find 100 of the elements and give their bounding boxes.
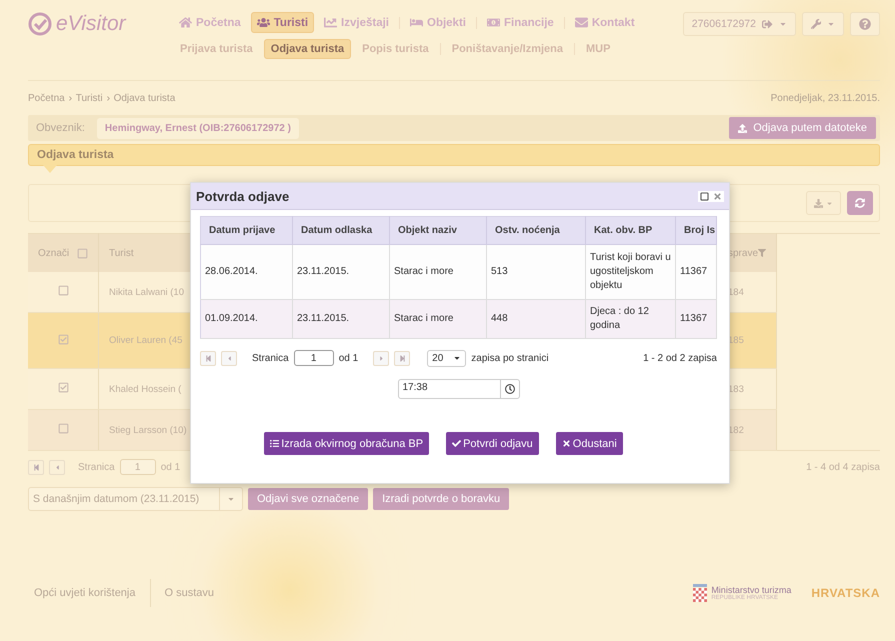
caret-icon bbox=[778, 20, 786, 28]
close-icon bbox=[562, 439, 571, 448]
page-input[interactable]: 1 bbox=[120, 459, 156, 475]
tourism-logo: HRVATSKA bbox=[811, 586, 880, 600]
checkmark-circle-logo-icon bbox=[28, 12, 52, 36]
caret-icon bbox=[227, 495, 235, 503]
action-button[interactable]: Odjavi sve označene bbox=[248, 488, 368, 510]
refresh-button[interactable] bbox=[847, 191, 873, 215]
checkbox[interactable] bbox=[58, 334, 68, 344]
previous-page-button[interactable] bbox=[49, 460, 65, 474]
account-button[interactable]: 27606172972 bbox=[682, 12, 796, 36]
table-cell: 23.11.2015. bbox=[292, 244, 390, 300]
breadcrumb-link[interactable]: Turisti bbox=[76, 92, 103, 104]
dialog-button[interactable]: Izrada okvirnog obračuna BP bbox=[264, 432, 430, 455]
help-button[interactable] bbox=[850, 12, 880, 36]
caret-left-icon bbox=[54, 464, 60, 470]
first-page-icon bbox=[32, 464, 40, 470]
page-label: Stranica bbox=[78, 462, 115, 472]
page-count: od 1 bbox=[338, 352, 358, 364]
time-field[interactable]: 17:38 bbox=[398, 379, 520, 399]
date-text: Ponedjeljak, 23.11.2015. bbox=[770, 92, 880, 104]
ministry-name: Ministarstvo turizma bbox=[711, 586, 792, 594]
chevron-icon bbox=[68, 96, 73, 100]
subnav-tab[interactable]: Odjava turista bbox=[264, 39, 352, 59]
checkbox[interactable] bbox=[77, 248, 88, 258]
subnav-tab[interactable]: Prijava turista bbox=[173, 39, 260, 59]
people-icon bbox=[256, 16, 270, 29]
checkered-shield-icon bbox=[693, 584, 708, 602]
taxpayer-label: Obveznik: bbox=[36, 122, 85, 134]
first-page-button[interactable] bbox=[28, 460, 44, 474]
subnav-tab[interactable]: MUP bbox=[579, 39, 618, 59]
download-button[interactable] bbox=[806, 191, 841, 215]
previous-page-button[interactable] bbox=[221, 350, 237, 366]
nav-tab[interactable]: Izvještaji bbox=[318, 12, 395, 33]
table-cell: 448 bbox=[486, 300, 586, 338]
footer-link[interactable]: O sustavu bbox=[150, 579, 228, 607]
subnav-tab[interactable]: Popis turista bbox=[355, 39, 436, 59]
dialog-button[interactable]: Potvrdi odjavu bbox=[446, 432, 539, 455]
table-cell: Turist koji boravi u ugostiteljskom objektu bbox=[586, 244, 676, 300]
first-page-button[interactable] bbox=[200, 350, 216, 366]
check-icon bbox=[452, 439, 462, 448]
record-count: 1 - 4 od 4 zapisa bbox=[806, 462, 880, 472]
nav-tab[interactable]: Početna bbox=[173, 12, 247, 33]
caret-icon bbox=[827, 20, 835, 28]
checkbox[interactable] bbox=[58, 285, 68, 296]
table-cell: Djeca : do 12 godina bbox=[586, 300, 676, 338]
caret-right-icon bbox=[378, 354, 385, 362]
column-header: Označi bbox=[28, 234, 98, 272]
upload-icon bbox=[738, 124, 748, 132]
chevron-icon bbox=[106, 96, 111, 100]
clock-icon[interactable] bbox=[504, 384, 514, 394]
caret-left-icon bbox=[226, 354, 232, 362]
dialog-button[interactable]: Odustani bbox=[556, 432, 623, 455]
home-icon bbox=[179, 16, 192, 29]
bed-icon bbox=[410, 16, 423, 29]
nav-tab[interactable]: Turisti bbox=[250, 12, 314, 33]
taxpayer-value: Hemingway, Ernest (OIB:27606172972 ) bbox=[96, 118, 299, 138]
wrench-icon bbox=[810, 18, 821, 30]
maximize-icon[interactable] bbox=[700, 192, 709, 200]
line-chart-icon bbox=[324, 16, 338, 29]
sign-out-icon bbox=[762, 18, 772, 30]
last-page-button[interactable] bbox=[394, 350, 410, 366]
tools-button[interactable] bbox=[802, 12, 844, 36]
date-select[interactable]: S današnjim datumom (23.11.2015) bbox=[28, 487, 243, 511]
close-icon[interactable] bbox=[713, 192, 722, 200]
column-header: Kat. obv. BP bbox=[586, 216, 676, 244]
table-cell: 01.09.2014. bbox=[200, 300, 292, 338]
per-page-label: zapisa po stranici bbox=[471, 352, 549, 364]
checkbox[interactable] bbox=[58, 382, 68, 393]
column-header: Ostv. noćenja bbox=[486, 216, 586, 244]
filter-icon[interactable] bbox=[758, 249, 766, 257]
column-header: Datum prijave bbox=[200, 216, 292, 244]
nav-tab[interactable]: Financije bbox=[480, 12, 560, 33]
action-button[interactable]: Izradi potvrde o boravku bbox=[373, 488, 510, 510]
breadcrumb-link[interactable]: Početna bbox=[28, 92, 65, 104]
download-icon bbox=[814, 198, 823, 208]
page-input[interactable]: 1 bbox=[294, 350, 334, 366]
footer-link[interactable]: Opći uvjeti korištenja bbox=[28, 579, 150, 607]
page-count: od 1 bbox=[160, 462, 180, 472]
next-page-button[interactable] bbox=[373, 350, 390, 366]
subnav-tab[interactable]: Poništavanje/Izmjena bbox=[444, 39, 570, 59]
record-count: 1 - 2 od 2 zapisa bbox=[643, 352, 717, 364]
page-size-select[interactable]: 20 bbox=[427, 350, 466, 366]
table-cell: Starac i more bbox=[390, 244, 486, 300]
checkbox[interactable] bbox=[58, 423, 68, 434]
banknote-icon bbox=[486, 16, 500, 29]
caret-icon bbox=[826, 200, 833, 206]
file-checkout-button[interactable]: Odjava putem datoteke bbox=[729, 117, 876, 139]
last-page-icon bbox=[398, 354, 406, 362]
dialog-title: Potvrda odjave bbox=[196, 188, 290, 204]
table-cell: 11367 bbox=[676, 244, 716, 300]
table-cell: 11367 bbox=[676, 300, 716, 338]
logo-text: eVisitor bbox=[56, 12, 126, 36]
table-cell: 513 bbox=[486, 244, 586, 300]
table-cell: 28.06.2014. bbox=[200, 244, 292, 300]
nav-tab[interactable]: Objekti bbox=[404, 12, 472, 33]
table-cell: 23.11.2015. bbox=[292, 300, 390, 338]
nav-tab[interactable]: Kontakt bbox=[568, 12, 641, 33]
breadcrumb-link[interactable]: Odjava turista bbox=[114, 92, 176, 104]
envelope-icon bbox=[574, 16, 588, 29]
